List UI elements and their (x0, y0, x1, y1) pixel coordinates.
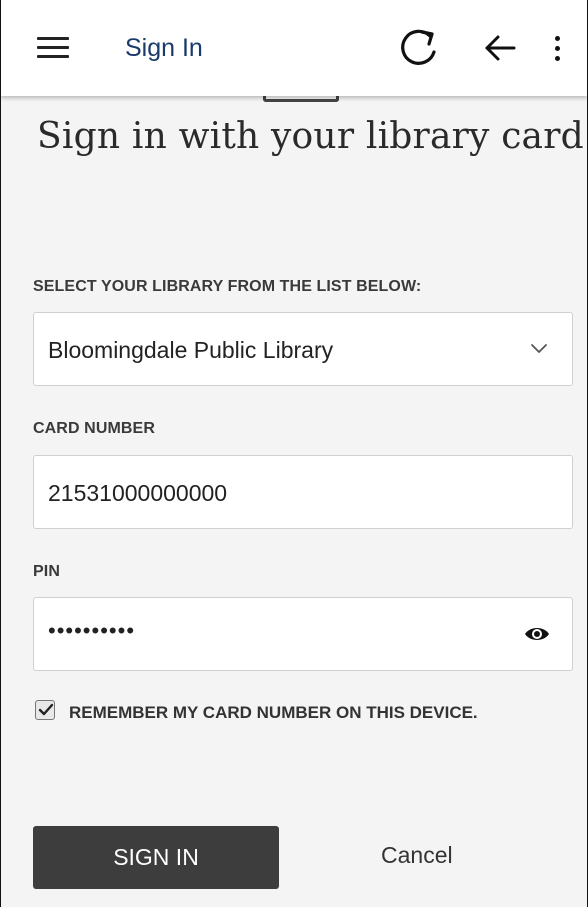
refresh-icon[interactable] (397, 26, 441, 70)
checkmark-icon (38, 703, 54, 716)
sign-in-screen: Sign In Sign in with your library card S… (0, 0, 588, 907)
library-selected-value: Bloomingdale Public Library (48, 337, 334, 363)
more-vert-icon[interactable] (552, 34, 562, 64)
pin-field[interactable]: •••••••••• (33, 597, 573, 671)
page-title: Sign in with your library card (37, 116, 584, 157)
app-bar-title: Sign In (125, 34, 203, 62)
app-bar: Sign In (1, 0, 587, 96)
remember-label: REMEMBER MY CARD NUMBER ON THIS DEVICE. (69, 703, 478, 722)
eye-icon[interactable] (524, 624, 550, 644)
back-arrow-icon[interactable] (483, 33, 517, 63)
pin-masked-value: •••••••••• (48, 618, 136, 643)
sign-in-button[interactable]: SIGN IN (33, 826, 279, 889)
card-number-value: 21531000000000 (48, 480, 228, 506)
card-number-field[interactable]: 21531000000000 (33, 455, 573, 529)
cancel-button[interactable]: Cancel (381, 842, 453, 869)
remember-checkbox[interactable] (35, 700, 55, 720)
chevron-down-icon (531, 344, 547, 353)
pin-label: PIN (33, 563, 60, 580)
card-number-label: CARD NUMBER (33, 420, 155, 437)
menu-icon[interactable] (37, 37, 69, 59)
library-select[interactable]: Bloomingdale Public Library (33, 312, 573, 386)
library-select-label: SELECT YOUR LIBRARY FROM THE LIST BELOW: (33, 278, 422, 295)
